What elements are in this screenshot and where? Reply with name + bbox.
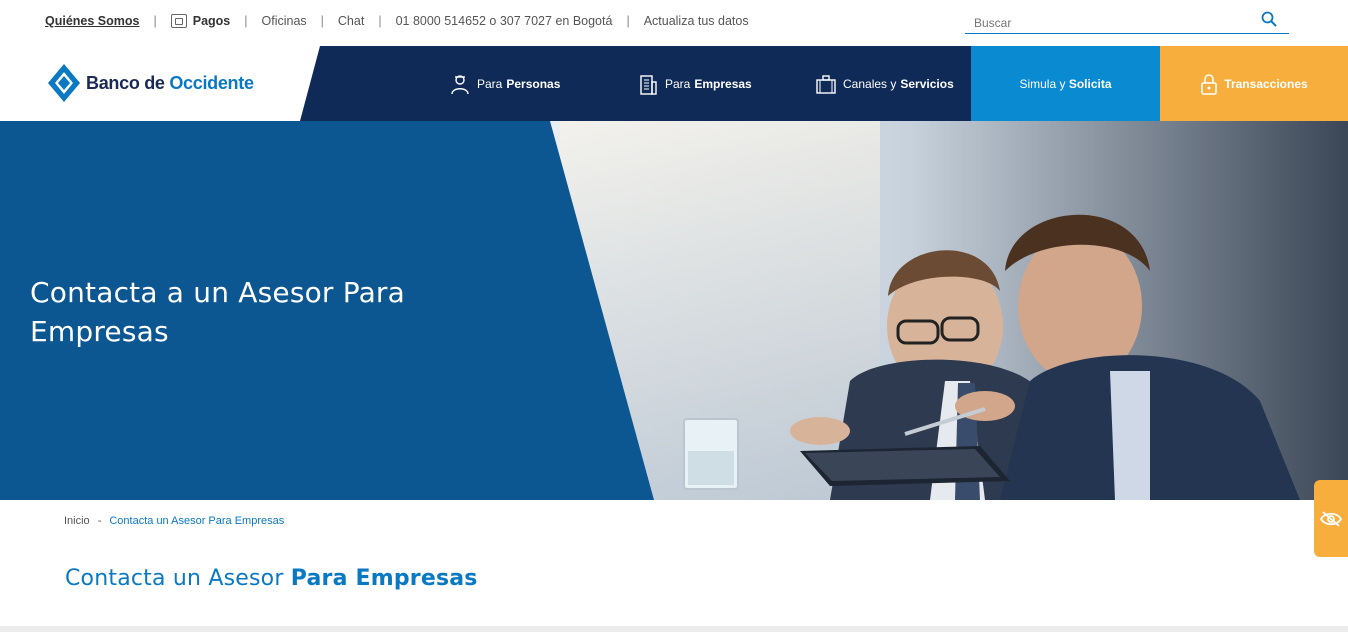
separator: | [320, 14, 324, 28]
utility-links: Quiénes Somos | Pagos | Oficinas | Chat … [45, 14, 749, 28]
chat-link[interactable]: Chat [338, 14, 364, 28]
search-box [965, 10, 1289, 34]
nav-transacciones[interactable]: Transacciones [1160, 46, 1348, 121]
hero-title: Contacta a un Asesor Para Empresas [30, 276, 406, 348]
accessibility-tab[interactable] [1314, 480, 1348, 557]
nav-empresas[interactable]: Para Empresas [637, 46, 752, 121]
nav-personas-pre: Para [477, 76, 503, 91]
separator: | [244, 14, 248, 28]
briefcase-icon [816, 74, 836, 94]
nav-personas-bold: Personas [506, 76, 561, 91]
hero-banner: Contacta a un Asesor Para Empresas [0, 121, 1348, 500]
nav-canales-bold: Servicios [900, 76, 954, 91]
page-title-light: Contacta un Asesor [65, 566, 291, 591]
top-utility-bar: Quiénes Somos | Pagos | Oficinas | Chat … [0, 0, 1348, 46]
main-navigation: Banco de Occidente Para Personas Para Empr… [0, 46, 1348, 121]
lock-icon [1201, 73, 1218, 95]
breadcrumb: Inicio - Contacta un Asesor Para Empresa… [64, 515, 284, 527]
building-icon [640, 74, 657, 95]
breadcrumb-home[interactable]: Inicio [64, 515, 90, 527]
logo-icon [48, 64, 80, 102]
nav-simula-solicita[interactable]: Simula y Solicita [971, 46, 1160, 121]
search-icon[interactable] [1261, 11, 1277, 27]
nav-empresas-bold: Empresas [694, 76, 752, 91]
logo-text-banco: Banco de [86, 72, 170, 93]
pagos-icon [170, 14, 187, 28]
quienes-somos-link[interactable]: Quiénes Somos [45, 14, 139, 28]
breadcrumb-separator: - [97, 515, 102, 527]
page-title: Contacta un Asesor Para Empresas [65, 566, 478, 591]
separator: | [378, 14, 382, 28]
separator: | [153, 14, 157, 28]
bank-logo[interactable]: Banco de Occidente [47, 62, 254, 104]
page-title-bold: Para Empresas [290, 566, 478, 591]
nav-personas[interactable]: Para Personas [449, 46, 560, 121]
breadcrumb-current: Contacta un Asesor Para Empresas [109, 515, 285, 527]
nav-simula-pre: Simula y [1019, 76, 1066, 91]
person-icon [451, 74, 469, 94]
nav-transacciones-label: Transacciones [1224, 76, 1308, 91]
nav-empresas-pre: Para [665, 76, 691, 91]
nav-simula-bold: Solicita [1068, 76, 1112, 91]
pagos-link[interactable]: Pagos [193, 14, 231, 28]
eye-slash-icon [1319, 510, 1343, 527]
section-divider [0, 626, 1348, 632]
nav-canales-pre: Canales y [843, 76, 897, 91]
actualiza-datos-link[interactable]: Actualiza tus datos [644, 14, 749, 28]
search-input[interactable] [965, 10, 1245, 32]
nav-canales[interactable]: Canales y Servicios [815, 46, 954, 121]
logo-text-occidente: Occidente [169, 72, 254, 93]
phone-link[interactable]: 01 8000 514652 o 307 7027 en Bogotá [396, 14, 613, 28]
separator: | [626, 14, 630, 28]
oficinas-link[interactable]: Oficinas [262, 14, 307, 28]
